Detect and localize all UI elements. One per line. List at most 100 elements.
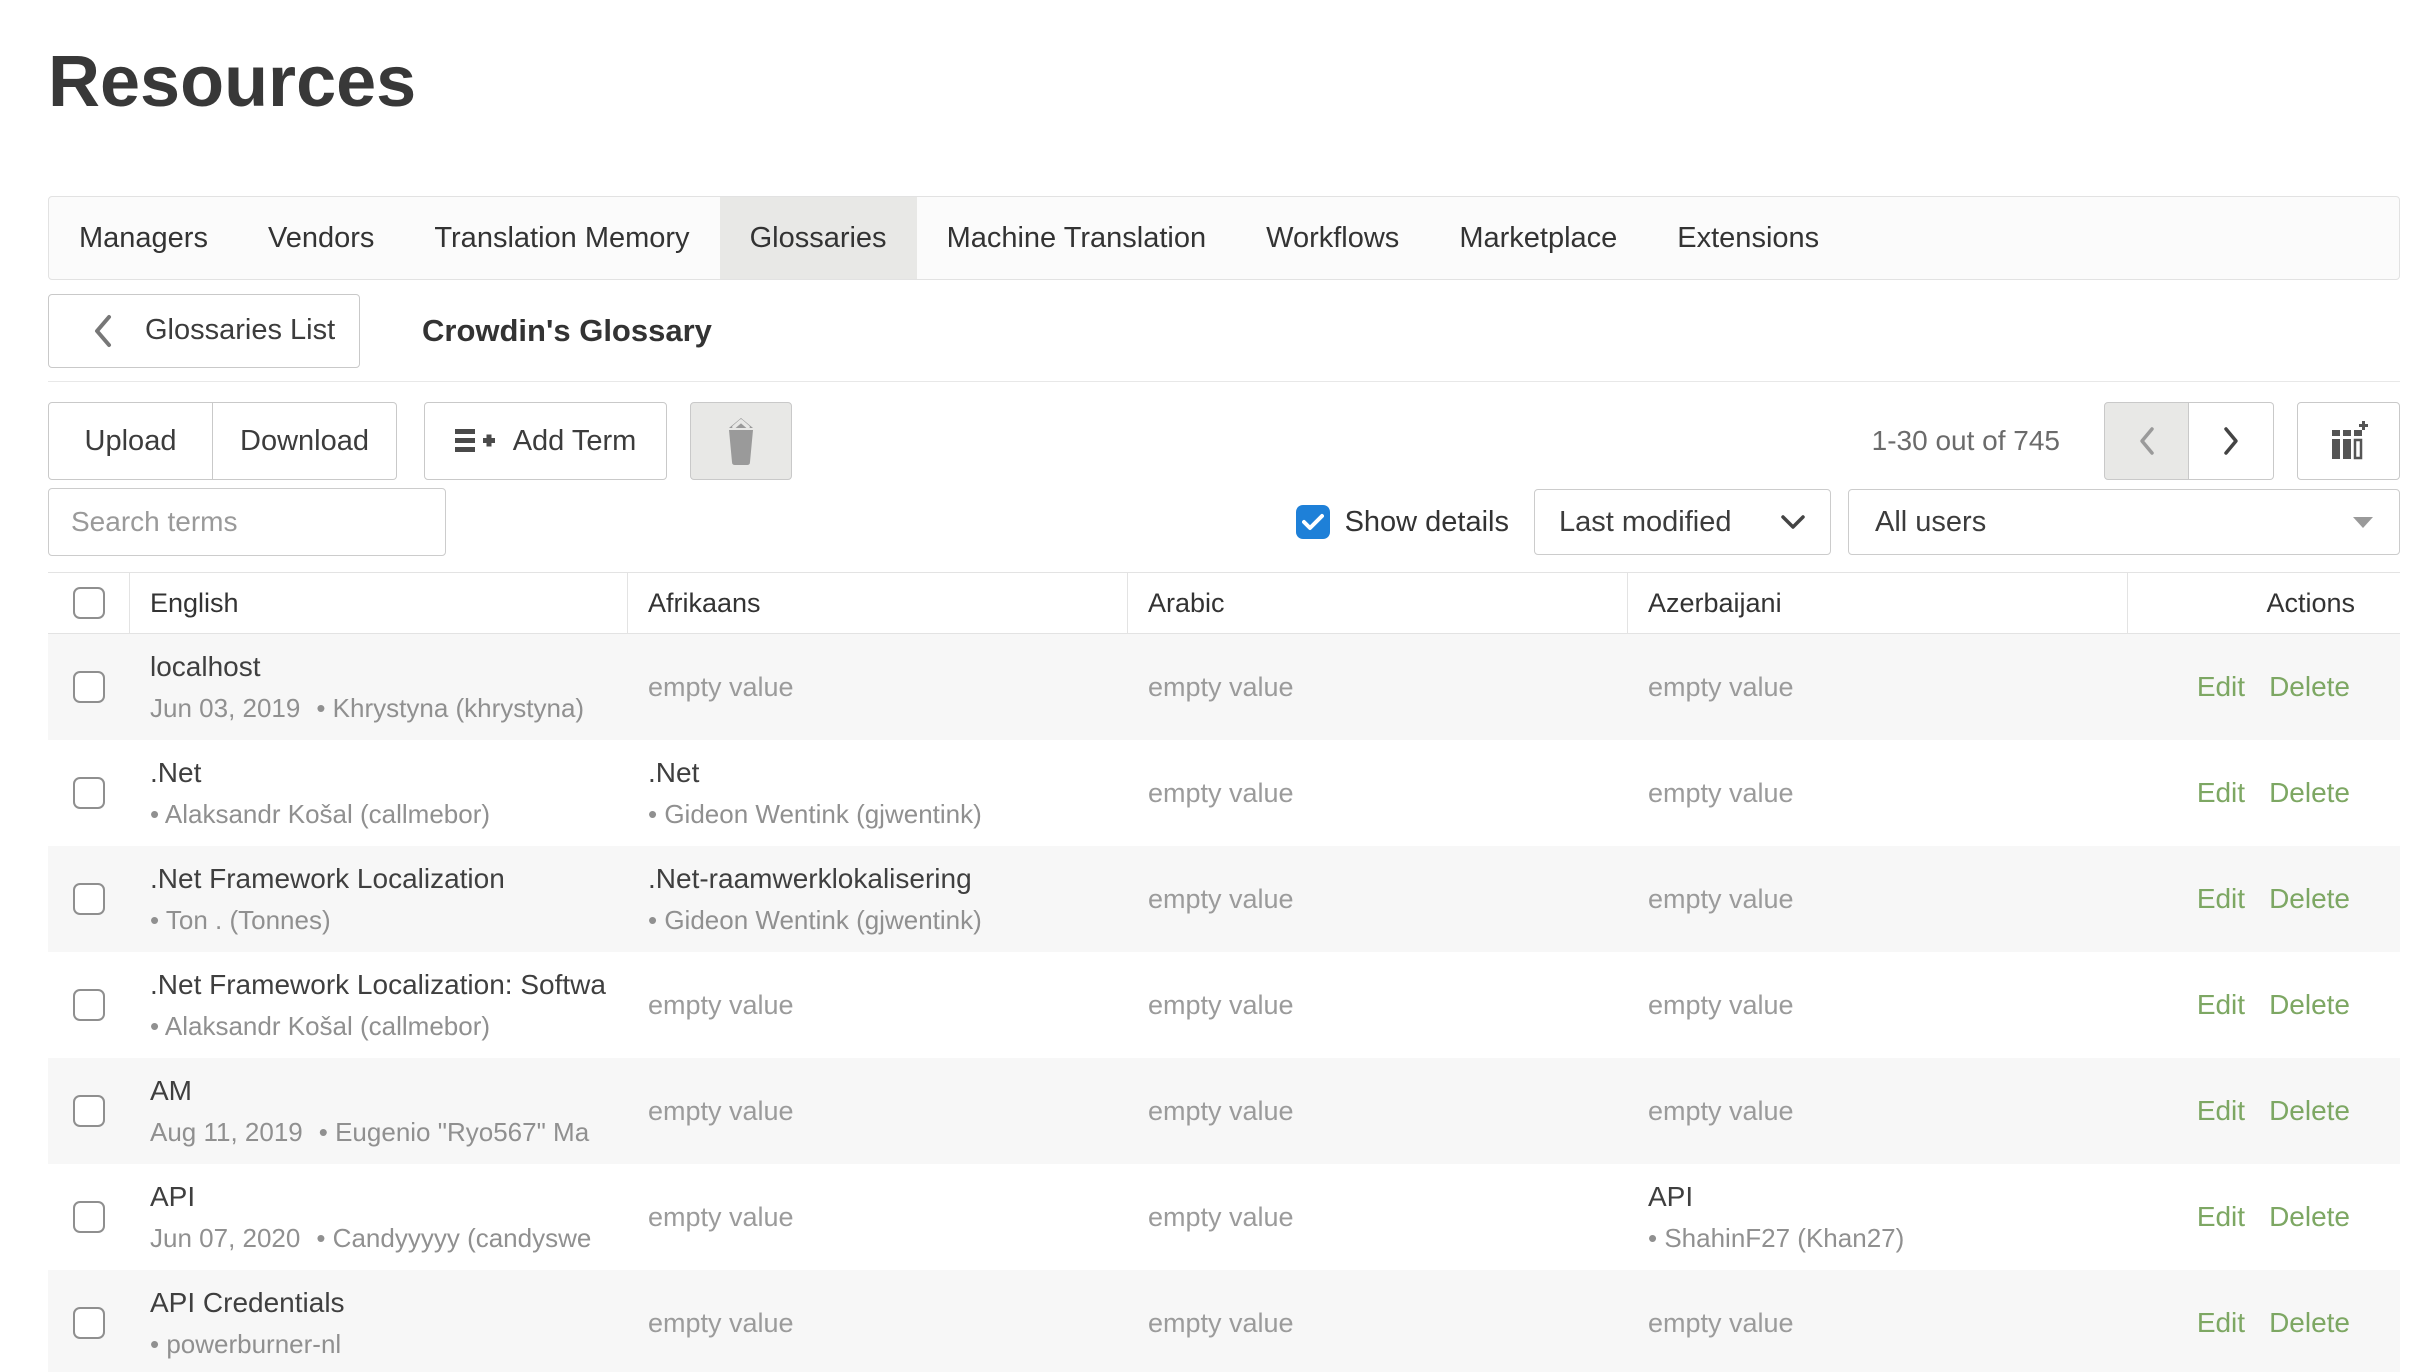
- delete-link[interactable]: Delete: [2269, 989, 2350, 1021]
- download-button[interactable]: Download: [213, 402, 397, 480]
- chevron-down-icon: [1780, 514, 1806, 530]
- cell-english: AMAug 11, 2019• Eugenio "Ryo567" Ma: [130, 1058, 628, 1164]
- table-row: .Net Framework Localization• Ton . (Tonn…: [48, 846, 2400, 952]
- edit-link[interactable]: Edit: [2197, 883, 2245, 915]
- empty-value: empty value: [1648, 884, 2114, 915]
- term-date: Jun 07, 2020: [150, 1223, 300, 1253]
- next-page-button[interactable]: [2189, 402, 2274, 480]
- search-input[interactable]: [48, 488, 446, 556]
- glossaries-list-back-button[interactable]: Glossaries List: [48, 294, 360, 368]
- term-meta: • Alaksandr Košal (callmebor): [150, 798, 614, 831]
- configure-columns-button[interactable]: [2297, 402, 2400, 480]
- delete-link[interactable]: Delete: [2269, 1201, 2350, 1233]
- cell-english: localhost Jun 03, 2019• Khrystyna (khryst…: [130, 634, 628, 740]
- user-filter-value: All users: [1875, 506, 1986, 539]
- tab-label: Workflows: [1266, 222, 1399, 255]
- delete-link[interactable]: Delete: [2269, 671, 2350, 703]
- cell-azerbaijani: empty value: [1628, 846, 2128, 952]
- cell-arabic: empty value: [1128, 1270, 1628, 1372]
- tab-extensions[interactable]: Extensions: [1647, 197, 1849, 279]
- cell-afrikaans: empty value: [628, 1058, 1128, 1164]
- select-all-checkbox[interactable]: [73, 587, 105, 619]
- term-meta: • Gideon Wentink (gjwentink): [648, 798, 1114, 831]
- term-text: .Net: [150, 755, 614, 791]
- edit-link[interactable]: Edit: [2197, 671, 2245, 703]
- delete-link[interactable]: Delete: [2269, 883, 2350, 915]
- clear-glossary-button[interactable]: [690, 402, 792, 480]
- term-author: • Ton . (Tonnes): [150, 905, 331, 935]
- row-checkbox[interactable]: [73, 989, 105, 1021]
- sort-select[interactable]: Last modified: [1534, 489, 1831, 555]
- edit-link[interactable]: Edit: [2197, 777, 2245, 809]
- cell-arabic: empty value: [1128, 634, 1628, 740]
- cell-azerbaijani: empty value: [1628, 634, 2128, 740]
- empty-value: empty value: [1648, 672, 2114, 703]
- cell-afrikaans: empty value: [628, 1164, 1128, 1270]
- term-meta: Jun 03, 2019• Khrystyna (khrystyna): [150, 692, 614, 725]
- term-text: API Credentials: [150, 1285, 614, 1321]
- row-checkbox[interactable]: [73, 671, 105, 703]
- delete-link[interactable]: Delete: [2269, 1307, 2350, 1339]
- cell-arabic: empty value: [1128, 740, 1628, 846]
- term-text: AM: [150, 1073, 614, 1109]
- delete-link[interactable]: Delete: [2269, 777, 2350, 809]
- tab-marketplace[interactable]: Marketplace: [1429, 197, 1647, 279]
- cell-arabic: empty value: [1128, 1164, 1628, 1270]
- cell-english: API Credentials• powerburner-nl: [130, 1270, 628, 1372]
- user-filter-select[interactable]: All users: [1848, 489, 2400, 555]
- cell-english: .Net Framework Localization• Ton . (Tonn…: [130, 846, 628, 952]
- row-checkbox[interactable]: [73, 1307, 105, 1339]
- edit-link[interactable]: Edit: [2197, 1201, 2245, 1233]
- cell-actions: Edit Delete: [2128, 1270, 2400, 1372]
- tab-workflows[interactable]: Workflows: [1236, 197, 1429, 279]
- cell-arabic: empty value: [1128, 952, 1628, 1058]
- tab-translation-memory[interactable]: Translation Memory: [404, 197, 719, 279]
- edit-link[interactable]: Edit: [2197, 989, 2245, 1021]
- column-header-afrikaans[interactable]: Afrikaans: [628, 573, 1128, 633]
- term-text: .Net: [648, 755, 1114, 791]
- tab-managers[interactable]: Managers: [49, 197, 238, 279]
- table-row: APIJun 07, 2020• Candyyyyy (candyswe emp…: [48, 1164, 2400, 1270]
- glossary-title: Crowdin's Glossary: [422, 313, 712, 349]
- upload-button[interactable]: Upload: [48, 402, 213, 480]
- empty-value: empty value: [1148, 884, 1614, 915]
- cell-azerbaijani: empty value: [1628, 1058, 2128, 1164]
- add-term-button[interactable]: Add Term: [424, 402, 667, 480]
- toolbar: Upload Download Add Term: [48, 402, 2400, 480]
- row-checkbox[interactable]: [73, 883, 105, 915]
- column-header-azerbaijani[interactable]: Azerbaijani: [1628, 573, 2128, 633]
- empty-value: empty value: [648, 990, 1114, 1021]
- term-meta: • Ton . (Tonnes): [150, 904, 614, 937]
- dropdown-triangle-icon: [2353, 517, 2373, 528]
- row-checkbox[interactable]: [73, 1095, 105, 1127]
- resources-page: Resources Managers Vendors Translation M…: [0, 32, 2435, 1372]
- edit-link[interactable]: Edit: [2197, 1095, 2245, 1127]
- upload-download-group: Upload Download: [48, 402, 397, 480]
- delete-link[interactable]: Delete: [2269, 1095, 2350, 1127]
- empty-value: empty value: [1648, 778, 2114, 809]
- tab-vendors[interactable]: Vendors: [238, 197, 404, 279]
- sort-select-value: Last modified: [1559, 506, 1732, 539]
- edit-link[interactable]: Edit: [2197, 1307, 2245, 1339]
- term-text: API: [1648, 1179, 2114, 1215]
- cell-arabic: empty value: [1128, 846, 1628, 952]
- prev-page-button[interactable]: [2104, 402, 2189, 480]
- tab-label: Glossaries: [750, 222, 887, 255]
- row-checkbox[interactable]: [73, 1201, 105, 1233]
- tab-label: Translation Memory: [434, 222, 689, 255]
- show-details-checkbox[interactable]: Show details: [1296, 505, 1509, 539]
- empty-value: empty value: [648, 1202, 1114, 1233]
- column-header-english[interactable]: English: [130, 573, 628, 633]
- term-text: localhost: [150, 649, 614, 685]
- glossary-terms-table: English Afrikaans Arabic Azerbaijani Act…: [48, 572, 2400, 1372]
- tab-machine-translation[interactable]: Machine Translation: [917, 197, 1237, 279]
- empty-value: empty value: [1148, 990, 1614, 1021]
- column-header-arabic[interactable]: Arabic: [1128, 573, 1628, 633]
- empty-value: empty value: [1148, 1202, 1614, 1233]
- term-meta: • ShahinF27 (Khan27): [1648, 1222, 2114, 1255]
- empty-value: empty value: [1648, 1308, 2114, 1339]
- row-checkbox[interactable]: [73, 777, 105, 809]
- tab-glossaries[interactable]: Glossaries: [720, 197, 917, 279]
- term-meta: • Gideon Wentink (gjwentink): [648, 904, 1114, 937]
- tab-label: Machine Translation: [947, 222, 1207, 255]
